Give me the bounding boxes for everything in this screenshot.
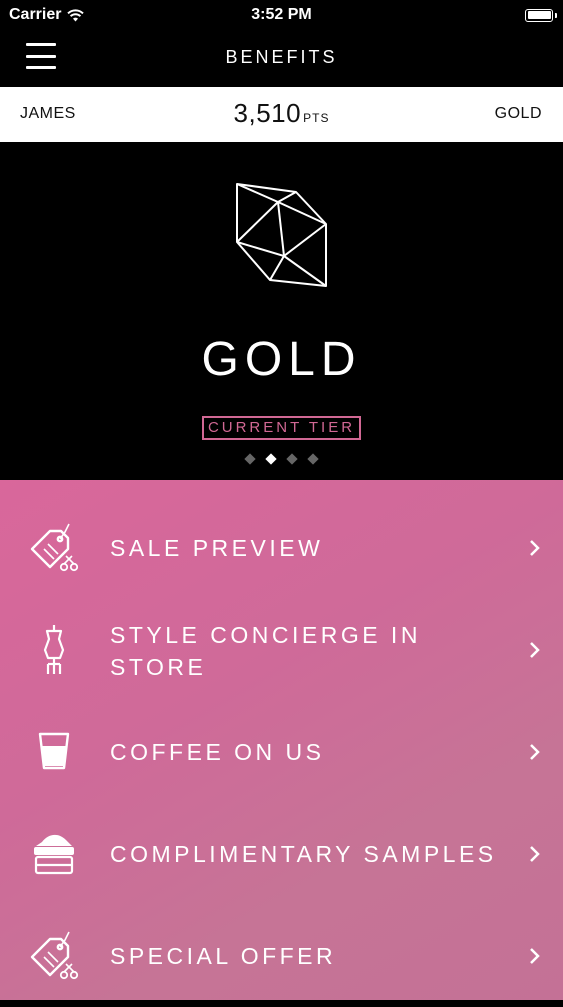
page-dot-active[interactable] bbox=[265, 453, 277, 465]
clock: 3:52 PM bbox=[251, 6, 312, 23]
battery-icon bbox=[525, 8, 557, 22]
nav-bar: BENEFITS bbox=[0, 30, 563, 87]
page-dot[interactable] bbox=[286, 453, 298, 465]
page-dot[interactable] bbox=[307, 453, 319, 465]
page-indicator[interactable] bbox=[0, 453, 563, 465]
benefit-row-special-offer[interactable]: SPECIAL OFFER bbox=[0, 905, 563, 1007]
cream-jar-icon bbox=[34, 834, 74, 875]
chevron-right-icon bbox=[530, 846, 540, 862]
chevron-right-icon bbox=[530, 642, 540, 658]
page-title: BENEFITS bbox=[225, 47, 338, 67]
tier-name: GOLD bbox=[201, 333, 362, 386]
current-tier-badge: CURRENT TIER bbox=[202, 416, 361, 440]
member-bar: JAMES 3,510 PTS GOLD bbox=[0, 87, 563, 142]
benefit-row-coffee[interactable]: COFFEE ON US bbox=[0, 701, 563, 803]
chevron-right-icon bbox=[530, 540, 540, 556]
benefit-row-style-concierge[interactable]: STYLE CONCIERGE IN STORE bbox=[0, 599, 563, 701]
benefit-label: SPECIAL OFFER bbox=[110, 943, 337, 969]
wifi-icon bbox=[67, 8, 85, 21]
carrier-label: Carrier bbox=[9, 6, 62, 23]
price-tag-scissors-icon bbox=[30, 523, 79, 572]
points-unit: PTS bbox=[303, 111, 330, 125]
benefit-label: COFFEE ON US bbox=[110, 739, 325, 765]
coffee-cup-icon bbox=[38, 732, 70, 770]
gem-icon bbox=[236, 183, 327, 287]
chevron-right-icon bbox=[530, 744, 540, 760]
benefit-label: COMPLIMENTARY SAMPLES bbox=[110, 841, 497, 867]
chevron-right-icon bbox=[530, 948, 540, 964]
benefit-label: STYLE CONCIERGE IN STORE bbox=[110, 622, 421, 680]
dress-form-icon bbox=[43, 625, 65, 674]
benefit-row-samples[interactable]: COMPLIMENTARY SAMPLES bbox=[0, 803, 563, 905]
carrier-group: Carrier bbox=[9, 6, 85, 24]
benefits-list: SALE PREVIEW STYLE CONCIERGE IN STORE CO… bbox=[0, 480, 563, 1000]
points-balance: 3,510 PTS bbox=[0, 98, 563, 129]
benefit-label: SALE PREVIEW bbox=[110, 535, 324, 561]
page-dot[interactable] bbox=[244, 453, 256, 465]
status-bar: Carrier 3:52 PM bbox=[0, 0, 563, 30]
benefit-row-sale-preview[interactable]: SALE PREVIEW bbox=[0, 497, 563, 599]
member-tier: GOLD bbox=[494, 105, 542, 122]
price-tag-scissors-icon bbox=[30, 931, 79, 980]
tier-carousel[interactable]: GOLD CURRENT TIER bbox=[0, 142, 563, 480]
points-value: 3,510 bbox=[233, 98, 302, 128]
